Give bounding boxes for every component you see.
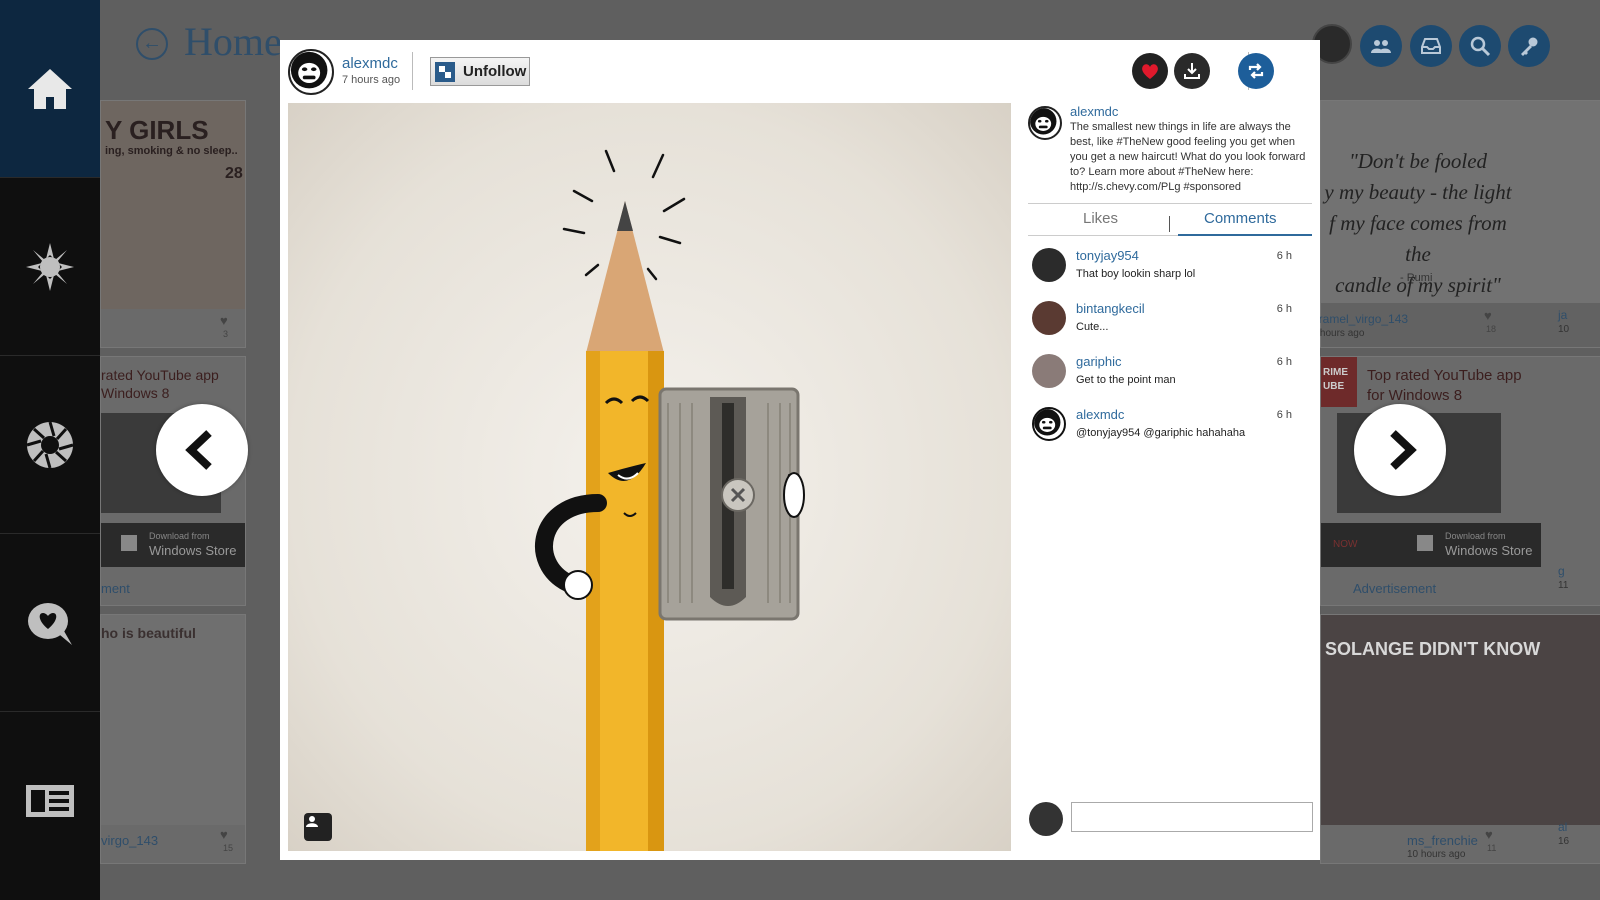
unfollow-button[interactable]: Unfollow [430, 57, 530, 86]
comment-time: 6 h [1276, 250, 1292, 262]
pencil-sharpener-illustration [535, 149, 805, 851]
caption-avatar[interactable] [1028, 106, 1062, 140]
sidebar [0, 0, 100, 900]
feed-tile[interactable]: ho is beautiful virgo_143 ♥ 15 [100, 614, 246, 864]
like-icon: ♥ [1485, 827, 1493, 842]
sidebar-item-explore[interactable] [0, 178, 100, 356]
caption-text: The smallest new things in life are alwa… [1070, 121, 1306, 193]
divider [1028, 203, 1312, 204]
commenter-avatar[interactable] [1032, 354, 1066, 388]
comment-text: That boy lookin sharp lol [1076, 268, 1196, 280]
tab-comments[interactable]: Comments [1204, 210, 1277, 227]
current-user-avatar [1029, 802, 1063, 836]
people-icon [1371, 40, 1391, 53]
sidebar-item-activity[interactable] [0, 534, 100, 712]
comment-item: bintangkecil 6 h Cute... [1032, 301, 1312, 349]
download-button[interactable] [1174, 53, 1210, 89]
unfollow-icon [435, 61, 455, 82]
comment-text: Get to the point man [1076, 374, 1176, 386]
sidebar-item-home[interactable] [0, 0, 100, 178]
store-badge[interactable]: NOW Download from Windows Store [1321, 523, 1541, 567]
search-button[interactable] [1459, 25, 1501, 67]
comment-time: 6 h [1276, 303, 1292, 315]
gorilla-avatar-icon [290, 51, 328, 89]
like-icon: ♥ [1484, 308, 1492, 323]
star-icon [26, 242, 74, 291]
commenter-avatar[interactable] [1032, 301, 1066, 335]
feed-tile[interactable]: Y GIRLS ing, smoking & no sleep.. 28 3 ♥ [100, 100, 246, 348]
news-icon [26, 785, 74, 817]
comment-username[interactable]: tonyjay954 [1076, 248, 1139, 263]
like-icon [1142, 64, 1158, 79]
camera-aperture-icon [26, 421, 74, 468]
inbox-icon [1421, 38, 1441, 54]
windows-icon [121, 535, 137, 551]
download-icon [1184, 63, 1200, 79]
tag-people-button[interactable] [304, 813, 332, 841]
chevron-left-icon [185, 430, 212, 470]
active-tab-indicator [1178, 234, 1312, 236]
gorilla-avatar-icon [1034, 409, 1061, 436]
sidebar-item-news[interactable] [0, 712, 100, 890]
windows-icon [1417, 535, 1433, 551]
poster-avatar[interactable] [288, 49, 334, 95]
comment-username[interactable]: gariphic [1076, 354, 1122, 369]
gorilla-avatar-icon [1030, 108, 1057, 135]
friends-button[interactable] [1360, 25, 1402, 67]
caption-username[interactable]: alexmdc [1070, 104, 1118, 119]
sidebar-item-camera[interactable] [0, 356, 100, 534]
quote-author: - Rumi [1400, 272, 1433, 284]
comment-username[interactable]: bintangkecil [1076, 301, 1145, 316]
unfollow-label: Unfollow [463, 63, 527, 80]
comment-item: gariphic 6 h Get to the point man [1032, 354, 1312, 402]
brand-logo: RIME UBE [1321, 357, 1357, 407]
search-icon [1470, 36, 1491, 57]
commenter-avatar[interactable] [1032, 248, 1066, 282]
post-modal: alexmdc 7 hours ago Unfollow alexmdc The… [280, 40, 1320, 860]
comment-item: tonyjay954 6 h That boy lookin sharp lol [1032, 248, 1312, 296]
post-time: 7 hours ago [342, 74, 401, 86]
back-button[interactable]: ← [136, 28, 168, 60]
comment-username[interactable]: alexmdc [1076, 407, 1124, 422]
tab-likes[interactable]: Likes [1083, 210, 1118, 227]
post-photo [288, 103, 1011, 851]
next-post-button[interactable] [1354, 404, 1446, 496]
repost-button[interactable] [1238, 53, 1274, 89]
comment-input[interactable] [1071, 802, 1313, 832]
person-tag-icon [306, 816, 318, 827]
previous-post-button[interactable] [156, 404, 248, 496]
comment-text: @tonyjay954 @gariphic hahahaha [1076, 427, 1246, 439]
heart-chat-icon [28, 602, 72, 645]
page-title: Home [184, 19, 282, 64]
chevron-right-icon [1390, 430, 1417, 470]
repost-icon [1248, 63, 1264, 79]
comment-text: Cute... [1076, 321, 1109, 333]
commenter-avatar[interactable] [1032, 407, 1066, 441]
comment-item: alexmdc 6 h @tonyjay954 @gariphic hahaha… [1032, 407, 1312, 455]
poster-username[interactable]: alexmdc [342, 55, 398, 72]
like-icon: ♥ [220, 827, 228, 842]
store-badge[interactable]: Download from Windows Store [101, 523, 245, 567]
like-button[interactable] [1132, 53, 1168, 89]
comment-time: 6 h [1276, 409, 1292, 421]
tab-divider [1169, 216, 1170, 232]
home-icon [28, 68, 72, 109]
inbox-button[interactable] [1410, 25, 1452, 67]
comment-time: 6 h [1276, 356, 1292, 368]
like-icon: ♥ [220, 313, 228, 328]
divider [412, 52, 413, 90]
settings-button[interactable] [1508, 25, 1550, 67]
key-icon [1521, 37, 1538, 56]
